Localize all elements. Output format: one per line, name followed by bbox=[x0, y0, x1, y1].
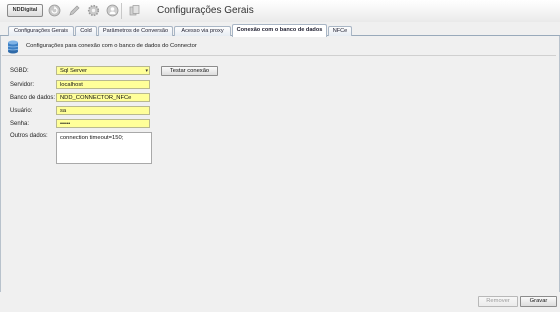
servidor-label: Servidor: bbox=[10, 82, 35, 88]
tab-conexao-banco[interactable]: Conexão com o banco de dados bbox=[232, 24, 327, 37]
remove-button[interactable]: Remover bbox=[478, 296, 518, 307]
refresh-icon[interactable] bbox=[48, 4, 61, 17]
copy-icon[interactable] bbox=[128, 4, 141, 17]
page-title: Configurações Gerais bbox=[157, 5, 254, 16]
tab-nfce[interactable]: NFCe bbox=[328, 26, 352, 36]
banco-field[interactable]: NDD_CONNECTOR_NFCe bbox=[56, 93, 150, 102]
info-bar: Configurações para conexão com o banco d… bbox=[2, 38, 556, 56]
toolbar-separator bbox=[121, 3, 122, 19]
tab-configuracoes-gerais[interactable]: Configurações Gerais bbox=[8, 26, 74, 36]
pencil-icon[interactable] bbox=[68, 4, 81, 17]
gear-icon[interactable] bbox=[87, 4, 100, 17]
outros-label: Outros dados: bbox=[10, 133, 48, 139]
outros-textarea[interactable]: connection timeout=150; bbox=[56, 132, 152, 164]
database-icon bbox=[7, 40, 19, 54]
ndd-logo: NDDigital bbox=[7, 4, 43, 17]
senha-label: Senha: bbox=[10, 121, 30, 127]
sgbd-select[interactable]: Sql Server ▾ bbox=[56, 66, 150, 75]
servidor-field[interactable]: localhost bbox=[56, 80, 150, 89]
banco-label: Banco de dados: bbox=[10, 95, 56, 101]
save-button[interactable]: Gravar bbox=[520, 296, 557, 307]
chevron-down-icon[interactable]: ▾ bbox=[145, 67, 148, 75]
toolbar: NDDigital Configurações Gerais bbox=[0, 0, 560, 22]
footer-bar: Remover Gravar bbox=[0, 292, 560, 312]
info-text: Configurações para conexão com o banco d… bbox=[26, 43, 197, 49]
tab-cold[interactable]: Cold bbox=[75, 26, 97, 36]
tab-parametros-conversao[interactable]: Parâmetros de Conversão bbox=[98, 26, 173, 36]
usuario-label: Usuário: bbox=[10, 108, 33, 114]
tab-acesso-proxy[interactable]: Acesso via proxy bbox=[174, 26, 231, 36]
sgbd-value: Sql Server bbox=[60, 68, 88, 74]
usuario-field[interactable]: sa bbox=[56, 106, 150, 115]
test-connection-button[interactable]: Testar conexão bbox=[161, 66, 218, 76]
sgbd-label: SGBD: bbox=[10, 68, 29, 74]
tab-strip: Configurações Gerais Cold Parâmetros de … bbox=[0, 24, 560, 37]
senha-field[interactable]: ••••• bbox=[56, 119, 150, 128]
user-icon[interactable] bbox=[106, 4, 119, 17]
